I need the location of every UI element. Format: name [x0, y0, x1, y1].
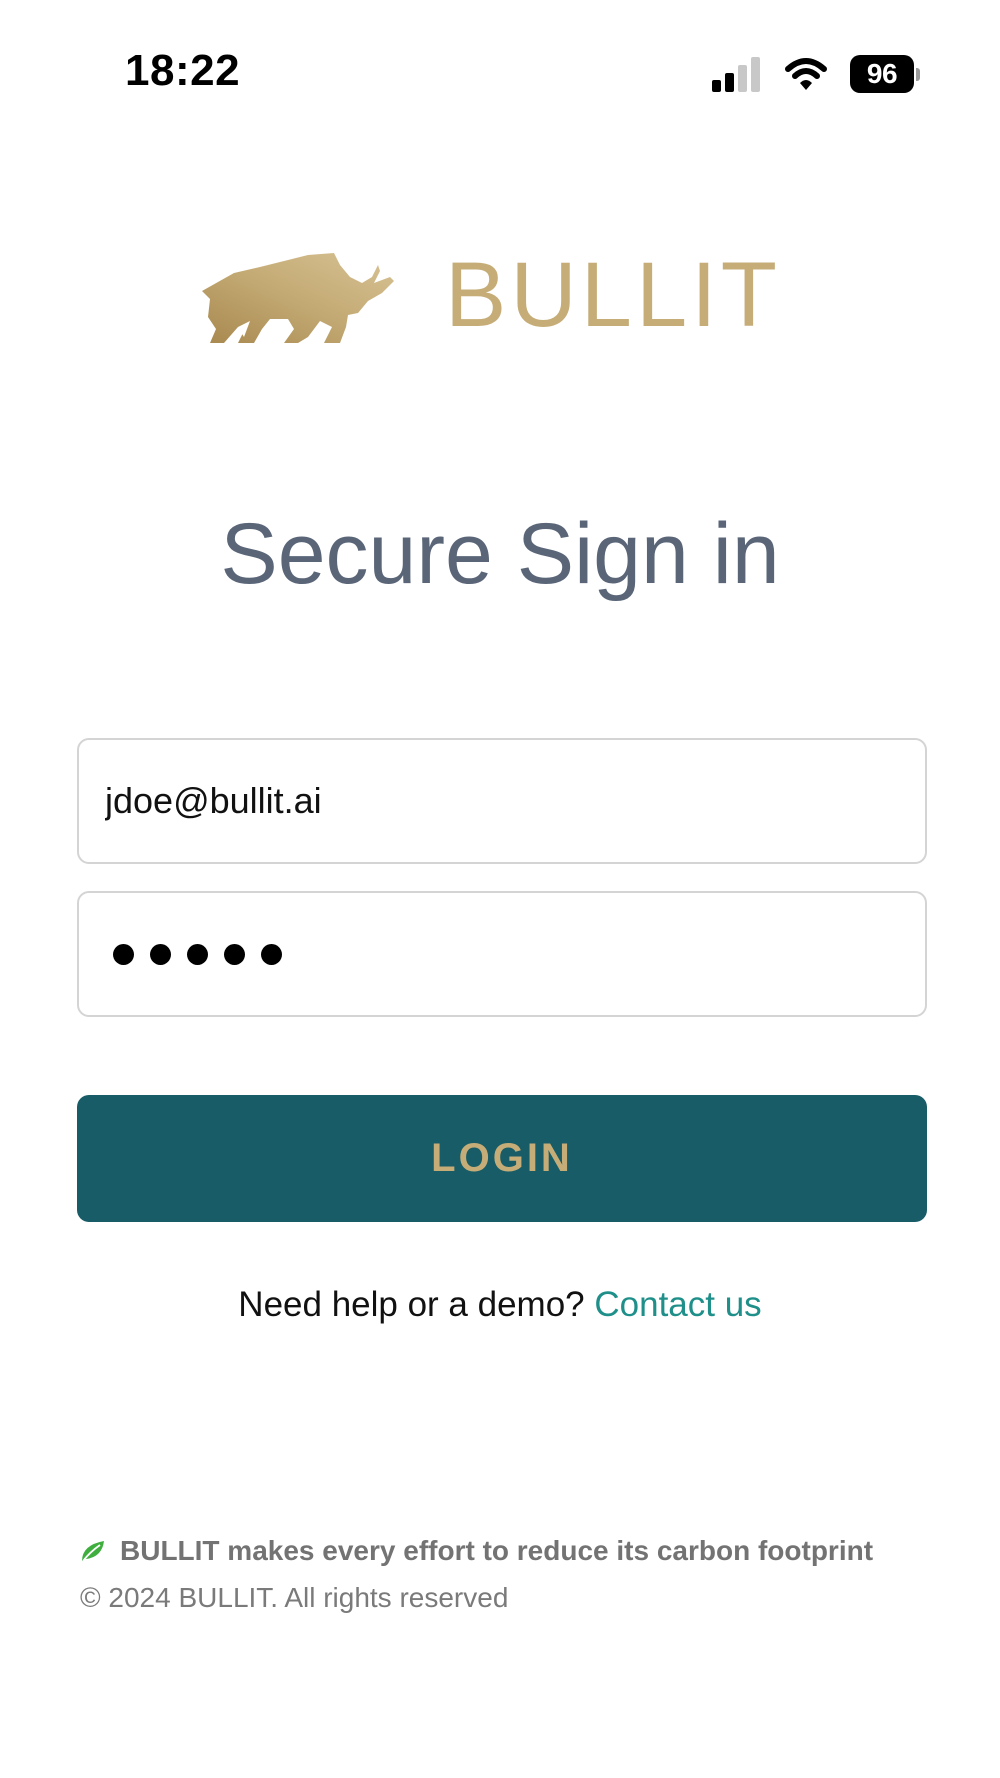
brand-name: BULLIT	[445, 244, 781, 346]
leaf-icon	[82, 1541, 104, 1562]
email-field[interactable]	[79, 740, 925, 862]
battery-icon: 96	[850, 55, 920, 93]
carbon-notice: BULLIT makes every effort to reduce its …	[80, 1535, 873, 1567]
signal-icon	[712, 57, 760, 92]
login-button[interactable]: LOGIN	[77, 1095, 927, 1222]
help-line: Need help or a demo? Contact us	[0, 1285, 1000, 1325]
login-screen: 18:22 96 BULLIT Secure Sign in jdoe@bull…	[0, 0, 1000, 1778]
wifi-icon	[785, 58, 827, 90]
brand-logo: BULLIT	[200, 245, 810, 345]
bull-icon	[202, 253, 394, 343]
password-field-container	[77, 891, 927, 1017]
battery-level: 96	[850, 55, 914, 93]
carbon-text: BULLIT makes every effort to reduce its …	[120, 1535, 874, 1566]
status-icons: 96	[712, 55, 920, 93]
status-time: 18:22	[125, 46, 241, 95]
copyright: © 2024 BULLIT. All rights reserved	[80, 1582, 509, 1613]
password-field[interactable]	[79, 893, 925, 1015]
email-field-container	[77, 738, 927, 864]
page-title: Secure Sign in	[220, 506, 780, 602]
battery-cap	[916, 67, 920, 81]
help-prompt: Need help or a demo?	[238, 1285, 585, 1324]
contact-us-link[interactable]: Contact us	[594, 1285, 761, 1324]
